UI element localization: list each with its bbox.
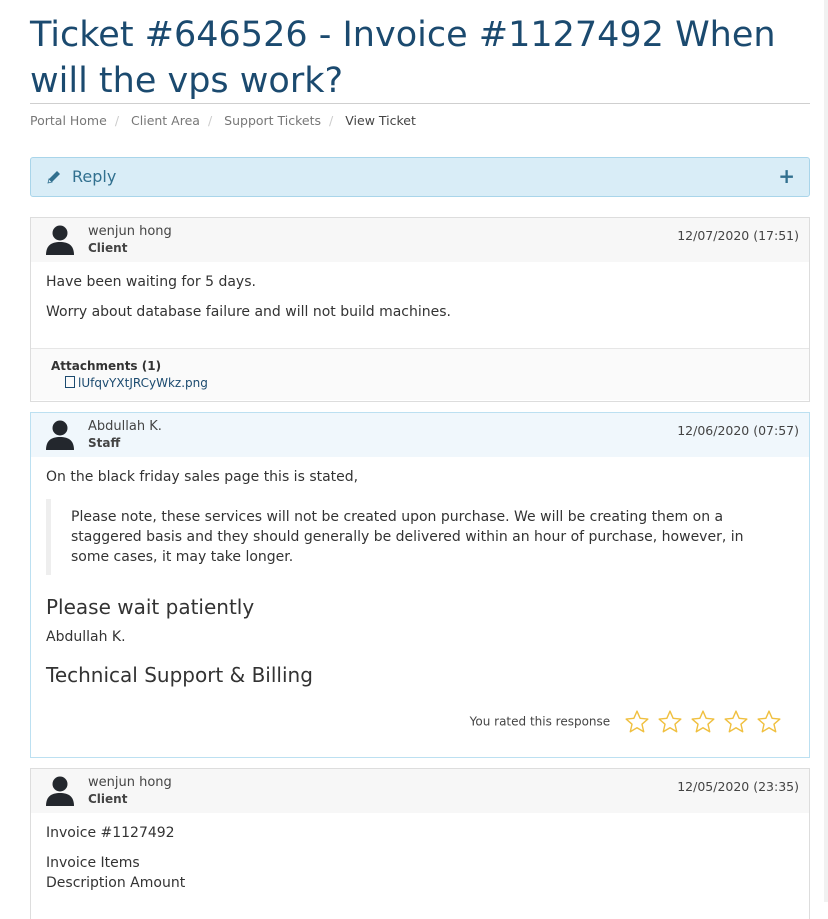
reply-panel-toggle[interactable]: Reply + [30, 157, 810, 197]
ticket-reply-staff: Abdullah K. Staff 12/06/2020 (07:57) On … [30, 412, 810, 758]
attachments-section: Attachments (1) lUfqvYXtJRCyWkz.png [31, 348, 809, 400]
file-icon [65, 376, 75, 388]
signature-name: Abdullah K. [46, 629, 126, 645]
message-text: Worry about database failure and will no… [46, 304, 451, 320]
breadcrumb-view-ticket: View Ticket [345, 113, 416, 128]
user-avatar-icon [46, 225, 74, 255]
author-role: Staff [88, 436, 121, 450]
message-date: 12/06/2020 (07:57) [677, 423, 799, 438]
message-date: 12/07/2020 (17:51) [677, 228, 799, 243]
message-body: On the black friday sales page this is s… [31, 457, 809, 687]
user-avatar-icon [46, 776, 74, 806]
star-icon[interactable] [755, 709, 783, 735]
breadcrumb-portal-home[interactable]: Portal Home [30, 113, 107, 128]
signature-department: Technical Support & Billing [46, 663, 313, 687]
quoted-notice: Please note, these services will not be … [46, 499, 794, 575]
ticket-reply-client-1: wenjun hong Client 12/07/2020 (17:51) Ha… [30, 217, 810, 402]
message-date: 12/05/2020 (23:35) [677, 779, 799, 794]
attachment-link[interactable]: lUfqvYXtJRCyWkz.png [65, 376, 789, 390]
user-avatar-icon [46, 420, 74, 450]
rating-label: You rated this response [469, 714, 611, 729]
message-text: On the black friday sales page this is s… [46, 469, 359, 485]
author-name: Abdullah K. [88, 419, 162, 434]
message-header: Abdullah K. Staff 12/06/2020 (07:57) [31, 413, 809, 457]
star-icon[interactable] [656, 709, 684, 735]
star-icon[interactable] [623, 709, 651, 735]
message-heading: Please wait patiently [46, 595, 255, 619]
star-icon[interactable] [722, 709, 750, 735]
page-title: Ticket #646526 - Invoice #1127492 When w… [30, 15, 776, 101]
attachment-filename[interactable]: lUfqvYXtJRCyWkz.png [78, 376, 208, 390]
message-text: Invoice Items [46, 855, 140, 871]
breadcrumb-client-area[interactable]: Client Area [131, 113, 200, 128]
rating-stars [618, 709, 783, 735]
author-name: wenjun hong [88, 224, 172, 239]
message-text: Description Amount [46, 875, 186, 891]
pencil-icon [47, 171, 60, 184]
message-header: wenjun hong Client 12/07/2020 (17:51) [31, 218, 809, 262]
title-divider [30, 103, 810, 104]
reply-label: Reply [72, 167, 117, 186]
message-text: Have been waiting for 5 days. [46, 274, 256, 290]
page-scrollbar[interactable] [824, 0, 828, 902]
breadcrumb-support-tickets[interactable]: Support Tickets [224, 113, 321, 128]
author-role: Client [88, 241, 128, 255]
message-text: Invoice #1127492 [46, 825, 175, 841]
plus-icon[interactable]: + [778, 164, 795, 188]
attachments-heading: Attachments (1) [51, 359, 162, 373]
response-rating: You rated this response [470, 709, 783, 735]
author-name: wenjun hong [88, 775, 172, 790]
message-body: Invoice #1127492 Invoice Items Descripti… [31, 813, 809, 891]
breadcrumb: Portal Home / Client Area / Support Ticket… [30, 113, 416, 128]
message-header: wenjun hong Client 12/05/2020 (23:35) [31, 769, 809, 813]
message-body: Have been waiting for 5 days. Worry abou… [31, 262, 809, 348]
star-icon[interactable] [689, 709, 717, 735]
author-role: Client [88, 792, 128, 806]
ticket-reply-client-2: wenjun hong Client 12/05/2020 (23:35) In… [30, 768, 810, 919]
